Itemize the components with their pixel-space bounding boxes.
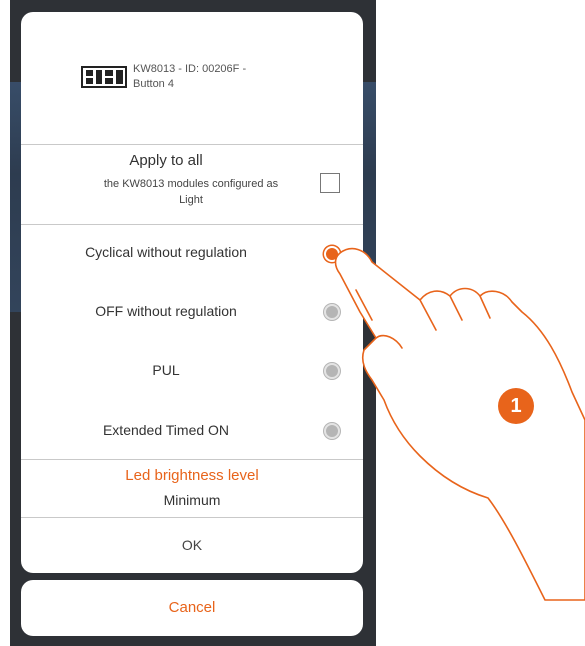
apply-all-title: Apply to all: [129, 152, 203, 169]
option-cyclical-radio[interactable]: [324, 246, 340, 262]
settings-dialog: KW8013 - ID: 00206F - Button 4 Apply to …: [21, 12, 363, 573]
option-extended-radio[interactable]: [324, 423, 340, 439]
module-icon: [81, 66, 127, 88]
cancel-button[interactable]: Cancel: [21, 580, 363, 636]
divider: [21, 224, 363, 225]
apply-all-subtitle-line2: Light: [179, 194, 203, 206]
led-brightness-title[interactable]: Led brightness level: [21, 467, 363, 484]
device-id-text: KW8013 - ID: 00206F -: [133, 63, 247, 75]
device-info: KW8013 - ID: 00206F - Button 4: [133, 62, 333, 92]
device-button-text: Button 4: [133, 78, 174, 90]
apply-all-checkbox[interactable]: [320, 173, 340, 193]
apply-all-subtitle-line1: the KW8013 modules configured as: [103, 178, 279, 190]
ok-button[interactable]: OK: [21, 517, 363, 573]
option-off-radio[interactable]: [324, 304, 340, 320]
apply-all-subtitle: the KW8013 modules configured as Light: [71, 176, 311, 208]
option-off-label[interactable]: OFF without regulation: [21, 303, 311, 319]
option-extended-label[interactable]: Extended Timed ON: [21, 422, 311, 438]
option-pul-label[interactable]: PUL: [21, 362, 311, 378]
dialog-header: KW8013 - ID: 00206F - Button 4: [21, 12, 363, 144]
option-pul-radio[interactable]: [324, 363, 340, 379]
led-brightness-value[interactable]: Minimum: [21, 492, 363, 508]
divider: [21, 144, 363, 145]
step-marker: 1: [498, 388, 534, 424]
divider: [21, 459, 363, 460]
option-cyclical-label[interactable]: Cyclical without regulation: [21, 244, 311, 260]
